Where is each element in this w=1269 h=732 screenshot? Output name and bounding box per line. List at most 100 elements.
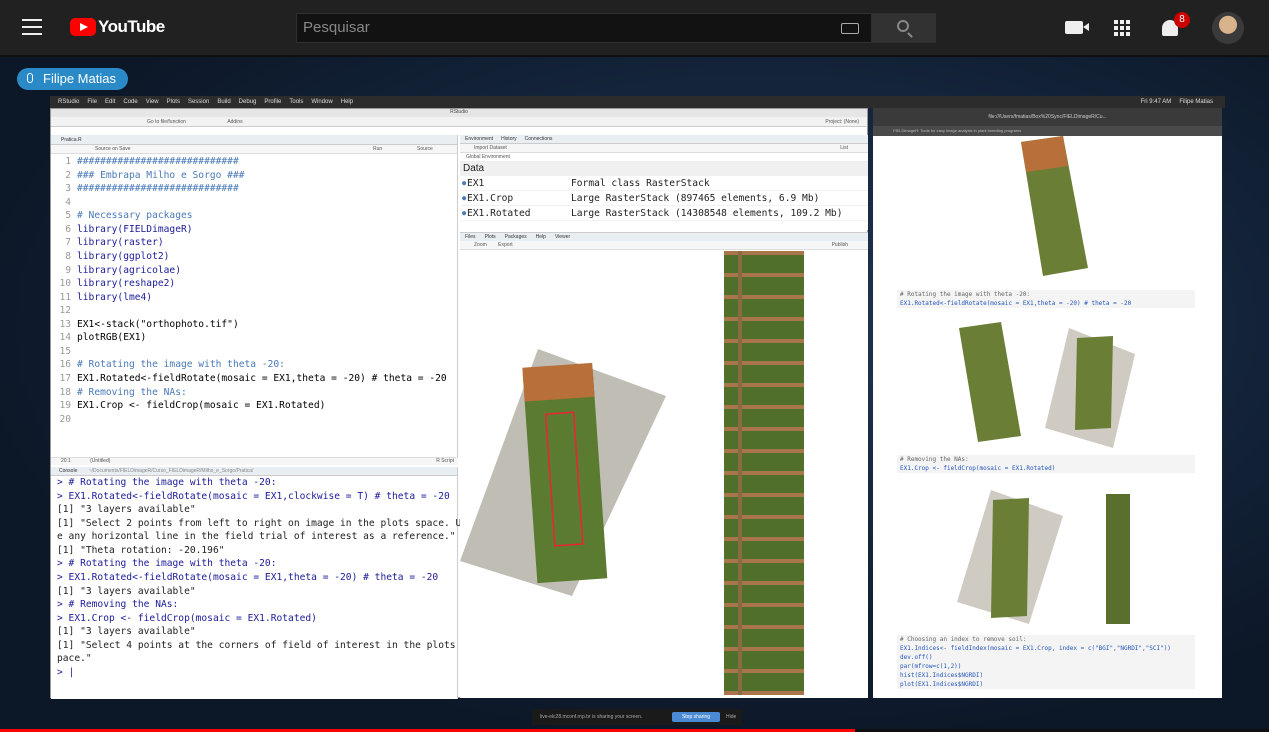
mac-menu-item[interactable]: Debug xyxy=(239,96,257,108)
plots-tab[interactable]: Packages xyxy=(505,233,527,241)
project-menu[interactable]: Project: (None) xyxy=(825,117,859,127)
code-line[interactable]: 20 xyxy=(51,413,458,427)
env-desc: Large RasterStack (897465 elements, 6.9 … xyxy=(571,193,820,204)
plot-canvas[interactable] xyxy=(460,251,868,699)
hide-button[interactable]: Hide xyxy=(726,709,736,725)
code-line[interactable]: 14 plotRGB(EX1) xyxy=(51,331,458,345)
avatar[interactable] xyxy=(1212,12,1244,44)
expand-icon[interactable]: ● xyxy=(460,206,467,220)
expand-icon[interactable]: ● xyxy=(460,191,467,205)
code-line[interactable]: 13 EX1<-stack("orthophoto.tif") xyxy=(51,318,458,332)
console-pane[interactable]: Console ~/Documents/FIELDimageR/Curso_FI… xyxy=(51,467,467,699)
mac-menu-item[interactable]: Window xyxy=(311,96,332,108)
line-number: 3 xyxy=(65,183,71,195)
viewer-image-rotations xyxy=(959,322,1135,448)
publish-button[interactable]: Publish xyxy=(832,241,848,250)
run-button[interactable]: Run xyxy=(373,145,382,154)
code-line[interactable]: 10 library(reshape2) xyxy=(51,277,458,291)
code-line[interactable]: 12 xyxy=(51,304,458,318)
stop-sharing-button[interactable]: Stop sharing xyxy=(672,712,720,722)
mac-menu-item[interactable]: Build xyxy=(217,96,230,108)
line-number: 15 xyxy=(59,345,71,357)
apps-icon[interactable] xyxy=(1114,20,1130,36)
mac-menu-item[interactable]: View xyxy=(146,96,159,108)
mac-menu-item[interactable]: Session xyxy=(188,96,209,108)
list-view-toggle[interactable]: List xyxy=(840,144,848,153)
line-number: 10 xyxy=(59,278,71,290)
env-tab[interactable]: Connections xyxy=(525,135,553,143)
code-line[interactable]: 17 EX1.Rotated<-fieldRotate(mosaic = EX1,… xyxy=(51,372,458,386)
zoom-button[interactable]: Zoom xyxy=(474,242,487,248)
goto-file-input[interactable]: Go to file/function xyxy=(147,119,186,125)
mac-menu-item[interactable]: RStudio xyxy=(58,96,79,108)
line-number: 20 xyxy=(59,413,71,425)
code-line[interactable]: 3 ############################ xyxy=(51,182,458,196)
code-line[interactable]: 6 library(FIELDimageR) xyxy=(51,223,458,237)
create-video-icon[interactable] xyxy=(1065,21,1089,34)
mac-menu-item[interactable]: Plots xyxy=(167,96,180,108)
console-path: ~/Documents/FIELDimageR/Curso_FIELDimage… xyxy=(88,468,254,474)
mac-menu-item[interactable]: Help xyxy=(341,96,353,108)
code-lines[interactable]: 1 ############################ 2 ### Embrap… xyxy=(51,155,458,426)
menu-icon[interactable] xyxy=(22,19,42,35)
console-output[interactable]: > # Rotating the image with theta -20: > … xyxy=(51,476,467,679)
code-line[interactable]: 11 library(lme4) xyxy=(51,291,458,305)
code-line[interactable]: 8 library(ggplot2) xyxy=(51,250,458,264)
mac-menu-item[interactable]: Tools xyxy=(289,96,303,108)
code-line[interactable]: 4 xyxy=(51,196,458,210)
plots-tab[interactable]: Plots xyxy=(485,233,496,241)
env-row[interactable]: ● EX1.Crop Large RasterStack (897465 eleme… xyxy=(460,191,868,206)
line-number: 5 xyxy=(65,210,71,222)
export-button[interactable]: Export xyxy=(498,242,512,248)
code-line[interactable]: 5 # Necessary packages xyxy=(51,209,458,223)
env-name: EX1 xyxy=(467,178,485,189)
source-on-save-checkbox[interactable]: Source on Save xyxy=(95,146,131,152)
code-line[interactable]: 15 xyxy=(51,345,458,359)
plots-tab[interactable]: Files xyxy=(465,233,476,241)
file-type[interactable]: R Script xyxy=(436,458,454,464)
mac-menu-item[interactable]: Code xyxy=(123,96,137,108)
code-line[interactable]: 19 EX1.Crop <- fieldCrop(mosaic = EX1.Rot… xyxy=(51,399,458,413)
addins-menu[interactable]: Addins xyxy=(227,119,242,125)
keyboard-icon[interactable] xyxy=(841,23,859,34)
viewer-image-crop xyxy=(957,490,1130,624)
viewer-code-line: dev.off() xyxy=(900,654,933,661)
youtube-logo[interactable]: YouTube xyxy=(70,17,165,37)
code-line[interactable]: 1 ############################ xyxy=(51,155,458,169)
plots-tab[interactable]: Viewer xyxy=(555,233,570,241)
rstudio-window: RStudio Go to file/function Addins Proje… xyxy=(50,108,868,699)
viewer-url-bar[interactable]: file:///Users/fmatias/Box%20Sync/FIELDim… xyxy=(873,108,1222,126)
search-input[interactable]: Pesquisar xyxy=(296,13,872,43)
code-line[interactable]: 9 library(agricolae) xyxy=(51,264,458,278)
expand-icon[interactable]: ● xyxy=(460,176,467,190)
env-tab[interactable]: History xyxy=(501,135,517,143)
line-number: 8 xyxy=(65,250,71,262)
mac-menu-item[interactable]: Profile xyxy=(264,96,281,108)
plots-tab[interactable]: Help xyxy=(536,233,546,241)
viewer-code-line: EX1.Crop <- fieldCrop(mosaic = EX1.Rotat… xyxy=(900,465,1056,472)
import-dataset-button[interactable]: Import Dataset xyxy=(474,145,507,151)
code-line[interactable]: 16 # Rotating the image with theta -20: xyxy=(51,358,458,372)
env-tab[interactable]: Environment xyxy=(465,135,493,143)
env-row[interactable]: ● EX1.Rotated Large RasterStack (14308548 … xyxy=(460,206,868,221)
env-name: EX1.Rotated xyxy=(467,208,531,219)
tab-pratica-r[interactable]: Pratica.R xyxy=(61,137,82,143)
mac-menu-item[interactable]: File xyxy=(87,96,97,108)
source-editor[interactable]: Pratica.R Source on Save Run Source 1 ###… xyxy=(51,135,458,465)
code-line[interactable]: 2 ### Embrapa Milho e Sorgo ### xyxy=(51,169,458,183)
share-text: live-elc28.mconf.rnp.br is sharing your … xyxy=(540,714,643,720)
search-button[interactable] xyxy=(872,13,936,43)
code-line[interactable]: 18 # Removing the NAs: xyxy=(51,386,458,400)
env-row[interactable]: ● EX1 Formal class RasterStack xyxy=(460,176,868,191)
code-line[interactable]: 7 library(raster) xyxy=(51,236,458,250)
mac-menu-item[interactable]: Edit xyxy=(105,96,115,108)
console-title[interactable]: Console xyxy=(59,468,77,474)
code-text: plotRGB(EX1) xyxy=(77,332,147,344)
console-line: > # Rotating the image with theta -20: xyxy=(57,558,277,570)
global-environment-select[interactable]: Global Environment xyxy=(460,153,868,162)
code-text: library(agricolae) xyxy=(77,264,181,276)
code-text: ############################ xyxy=(77,156,239,167)
console-line: e any horizontal line in the field trial… xyxy=(57,531,456,543)
source-button[interactable]: Source xyxy=(417,145,433,154)
environment-toolbar: Import Dataset List xyxy=(460,144,868,153)
